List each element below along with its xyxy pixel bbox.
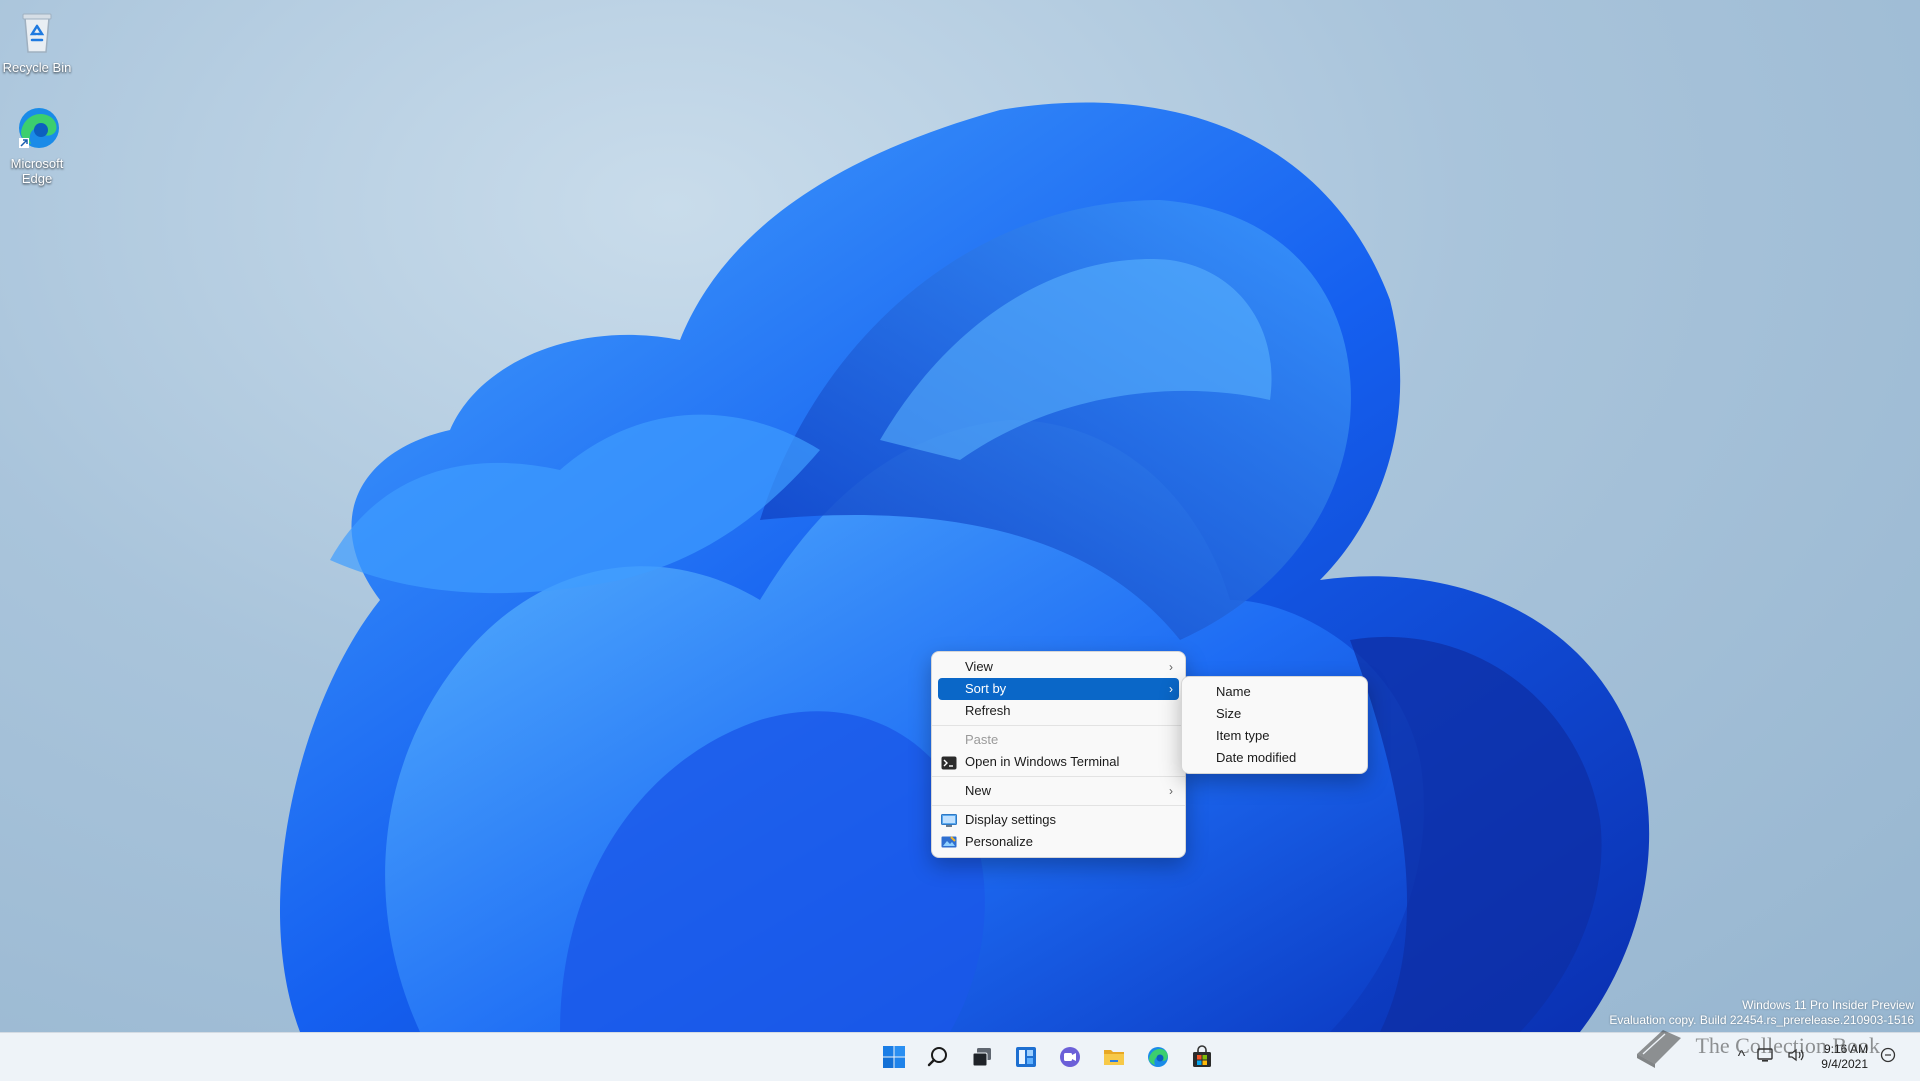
menu-item-label: Personalize: [965, 834, 1033, 849]
file-explorer-icon: [1104, 1050, 1124, 1065]
desktop-icon-label: Recycle Bin: [2, 60, 72, 75]
menu-item-label: Name: [1216, 684, 1251, 699]
menu-separator: [932, 776, 1185, 777]
menu-item-personalize[interactable]: Personalize: [938, 831, 1179, 853]
volume-icon[interactable]: [1787, 1047, 1805, 1068]
menu-item-label: Paste: [965, 732, 999, 747]
menu-item-label: Refresh: [965, 703, 1011, 718]
menu-item-label: Open in Windows Terminal: [965, 754, 1120, 769]
search-icon: [927, 1047, 947, 1067]
file-explorer-button[interactable]: [1092, 1037, 1136, 1077]
store-button[interactable]: [1180, 1037, 1224, 1077]
widgets-icon: [1016, 1047, 1036, 1067]
task-view-button[interactable]: [960, 1037, 1004, 1077]
menu-item-paste[interactable]: Paste: [938, 729, 1179, 751]
chevron-right-icon: ›: [1169, 682, 1173, 696]
recycle-bin-icon: [13, 8, 61, 56]
desktop-icon-label: Microsoft Edge: [10, 156, 64, 186]
submenu-item-date-modified[interactable]: Date modified: [1188, 747, 1361, 769]
menu-item-label: View: [965, 659, 993, 674]
tray-chevron-up-icon[interactable]: ^: [1738, 1048, 1746, 1066]
menu-item-refresh[interactable]: Refresh: [938, 700, 1179, 722]
menu-item-open-in-terminal[interactable]: Open in Windows Terminal: [938, 751, 1179, 773]
evaluation-watermark: Windows 11 Pro Insider Preview Evaluatio…: [1609, 998, 1914, 1028]
network-icon[interactable]: [1757, 1047, 1775, 1068]
menu-item-label: Size: [1216, 706, 1242, 721]
menu-item-view[interactable]: View ›: [938, 656, 1179, 678]
task-view-icon: [972, 1048, 991, 1067]
watermark-line-1: Windows 11 Pro Insider Preview: [1742, 998, 1914, 1012]
wallpaper-bloom: [279, 102, 1650, 1032]
context-menu: View › Sort by › Refresh Paste Open in W…: [931, 651, 1186, 858]
taskbar: ^ 9:16 AM 9/4/2021: [0, 1032, 1920, 1081]
widgets-button[interactable]: [1004, 1037, 1048, 1077]
start-icon: [883, 1046, 905, 1068]
chevron-right-icon: ›: [1169, 784, 1173, 798]
submenu-item-size[interactable]: Size: [1188, 703, 1361, 725]
menu-separator: [932, 725, 1185, 726]
system-tray: ^ 9:16 AM 9/4/2021: [1732, 1033, 1902, 1081]
edge-icon: [1148, 1047, 1168, 1067]
taskbar-app-list: [872, 1033, 1224, 1081]
menu-separator: [932, 805, 1185, 806]
personalize-icon: [941, 835, 957, 849]
edge-icon: [13, 104, 61, 152]
menu-item-display-settings[interactable]: Display settings: [938, 809, 1179, 831]
submenu-sort-by: Name Size Item type Date modified: [1181, 676, 1368, 774]
menu-item-label: Sort by: [965, 681, 1007, 696]
menu-item-label: Item type: [1216, 728, 1270, 743]
chat-button[interactable]: [1048, 1037, 1092, 1077]
search-button[interactable]: [916, 1037, 960, 1077]
terminal-icon: [941, 755, 957, 770]
clock-time: 9:16 AM: [1823, 1042, 1868, 1056]
desktop-icon-microsoft-edge[interactable]: Microsoft Edge: [0, 104, 75, 186]
desktop-icon-recycle-bin[interactable]: Recycle Bin: [0, 8, 75, 75]
menu-item-label: New: [965, 783, 992, 798]
store-icon: [1193, 1045, 1211, 1067]
chevron-right-icon: ›: [1169, 660, 1173, 674]
submenu-item-item-type[interactable]: Item type: [1188, 725, 1361, 747]
clock-date: 9/4/2021: [1821, 1057, 1868, 1071]
watermark-line-2: Evaluation copy. Build 22454.rs_prerelea…: [1609, 1013, 1914, 1027]
start-button[interactable]: [872, 1037, 916, 1077]
menu-item-sort-by[interactable]: Sort by ›: [938, 678, 1179, 700]
menu-item-label: Date modified: [1216, 750, 1297, 765]
taskbar-clock[interactable]: 9:16 AM 9/4/2021: [1821, 1042, 1868, 1072]
notifications-icon[interactable]: [1880, 1047, 1896, 1068]
chat-icon: [1060, 1047, 1080, 1067]
menu-item-label: Display settings: [965, 812, 1057, 827]
menu-item-new[interactable]: New ›: [938, 780, 1179, 802]
edge-taskbar-button[interactable]: [1136, 1037, 1180, 1077]
desktop[interactable]: Recycle Bin Microsoft Edge View › Sort b…: [0, 0, 1920, 1032]
submenu-item-name[interactable]: Name: [1188, 681, 1361, 703]
display-icon: [941, 813, 957, 827]
